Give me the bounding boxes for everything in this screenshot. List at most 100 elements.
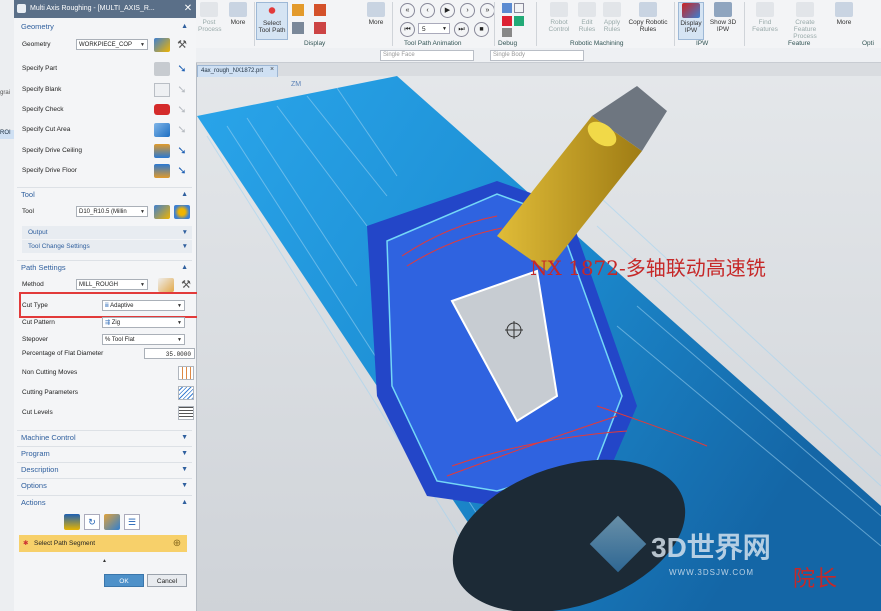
dialog-titlebar[interactable]: Multi Axis Roughing - [MULTI_AXIS_R... ✕ [14, 0, 196, 18]
body-rule-select[interactable]: Single Body [490, 50, 584, 61]
dialog-app-icon [17, 4, 26, 13]
blank-body-icon[interactable] [154, 83, 170, 97]
generate-icon[interactable] [64, 514, 80, 530]
drive-floor-icon[interactable] [154, 164, 170, 178]
section-geometry-title: Geometry [21, 22, 54, 31]
new-geometry-icon[interactable] [154, 38, 170, 52]
show-3d-ipw-button[interactable]: Show 3D IPW [706, 2, 740, 33]
ribbon-separator [392, 2, 393, 46]
section-program[interactable]: Program ▼ [17, 446, 192, 460]
list-icon[interactable]: ☰ [124, 514, 140, 530]
section-actions[interactable]: Actions ▲ [17, 495, 192, 509]
step-back-icon[interactable]: ‹ [420, 3, 435, 18]
crosshair-icon[interactable]: ⊕ [170, 537, 184, 550]
copy-robotic-rules-label: Copy Robotic Rules [628, 19, 668, 33]
flashlight-icon[interactable]: ➘ [174, 123, 190, 137]
verify-icon[interactable] [104, 514, 120, 530]
last-icon[interactable]: ⏭ [454, 22, 469, 37]
rewind-icon[interactable]: « [400, 3, 415, 18]
drive-ceiling-icon[interactable] [154, 144, 170, 158]
copy-robotic-rules-button[interactable]: Copy Robotic Rules [626, 2, 670, 33]
tab-part-file[interactable]: 4ax_rough_NX1872.prt [197, 65, 278, 77]
cutting-parameters-icon[interactable] [178, 386, 194, 400]
display-tool-icon[interactable] [292, 4, 304, 16]
select-tool-path-label: Select Tool Path [258, 20, 286, 34]
face-rule-select[interactable]: Single Face [380, 50, 474, 61]
display-cutter-icon[interactable] [314, 22, 326, 34]
select-path-segment-bar[interactable]: ✱ Select Path Segment [19, 535, 187, 552]
watermark-brand: 3D世界网 [651, 532, 771, 563]
ok-button[interactable]: OK [104, 574, 144, 587]
flashlight-icon[interactable]: ➘ [174, 83, 190, 97]
animation-speed-select[interactable]: 5 ▼ [418, 23, 450, 34]
group-opti-label: Opti [862, 40, 874, 47]
stop-icon[interactable]: ■ [474, 22, 489, 37]
chevron-down-icon: ▼ [181, 482, 188, 489]
apply-rules-button[interactable]: Apply Rules [600, 2, 624, 33]
edit-tool-icon[interactable] [174, 205, 190, 219]
edit-wrench-icon[interactable]: ⚒ [174, 38, 190, 52]
section-tool[interactable]: Tool ▲ [17, 187, 192, 201]
check-body-icon[interactable] [154, 104, 170, 115]
fast-forward-icon[interactable]: » [480, 3, 495, 18]
debug-icon-3[interactable] [502, 16, 512, 26]
flashlight-icon[interactable]: ➘ [174, 144, 190, 158]
section-machine-control[interactable]: Machine Control ▼ [17, 430, 192, 444]
flashlight-icon[interactable]: ➘ [174, 164, 190, 178]
chevron-down-icon: ▼ [181, 450, 188, 457]
more-button-3[interactable]: More [832, 2, 856, 26]
close-icon[interactable]: ✕ [182, 2, 194, 15]
tab-close-icon[interactable]: × [270, 66, 274, 73]
output-subsection[interactable]: Output ▼ [22, 226, 192, 239]
flashlight-icon[interactable]: ➘ [174, 103, 190, 117]
step-forward-icon[interactable]: › [460, 3, 475, 18]
display-holder-icon[interactable] [314, 4, 326, 16]
tool-select[interactable]: D10_R10.5 (Millin ▼ [76, 206, 148, 217]
chevron-down-icon: ▼ [177, 303, 182, 309]
geometry-select[interactable]: WORKPIECE_COP ▼ [76, 39, 148, 50]
edit-rules-button[interactable]: Edit Rules [576, 2, 598, 33]
graphics-viewport[interactable]: ZM NX 1872-多轴联动高速铣 3D世界网 WWW.3DSJW.COM 院… [197, 76, 881, 611]
method-select[interactable]: MILL_ROUGH ▼ [76, 279, 148, 290]
more-label-3: More [836, 19, 852, 26]
section-geometry[interactable]: Geometry ▲ [17, 20, 192, 34]
stepover-select[interactable]: % Tool Flat ▼ [102, 334, 185, 345]
post-process-button[interactable]: Post Process [198, 2, 221, 33]
cut-area-icon[interactable] [154, 123, 170, 137]
debug-icon-4[interactable] [514, 16, 524, 26]
specify-check-row: Specify Check ➘ [22, 102, 192, 118]
section-options[interactable]: Options ▼ [17, 478, 192, 492]
dialog-scroll-arrow[interactable]: ▲ [14, 558, 196, 566]
debug-icon-2[interactable] [514, 3, 524, 13]
section-description[interactable]: Description ▼ [17, 462, 192, 476]
more-button-2[interactable]: More [364, 2, 388, 26]
edit-wrench-icon[interactable]: ⚒ [178, 278, 194, 292]
section-path-settings[interactable]: Path Settings ▲ [17, 260, 192, 274]
flashlight-icon[interactable]: ➘ [174, 62, 190, 76]
part-body-icon[interactable] [154, 62, 170, 76]
cut-type-select[interactable]: ⅲ Adaptive ▼ [102, 300, 185, 311]
play-icon[interactable]: ▶ [440, 3, 455, 18]
navigator-selected-item[interactable]: ROI [0, 130, 14, 139]
new-method-icon[interactable] [158, 278, 174, 292]
new-tool-icon[interactable] [154, 205, 170, 219]
display-ipw-button[interactable]: Display IPW [678, 2, 704, 40]
cancel-button[interactable]: Cancel [147, 574, 187, 587]
first-icon[interactable]: ⏮ [400, 22, 415, 37]
group-display-label: Display [304, 40, 326, 47]
cut-levels-icon[interactable] [178, 406, 194, 420]
create-feature-process-button[interactable]: Create Feature Process [784, 2, 826, 40]
tool-change-settings-subsection[interactable]: Tool Change Settings ▼ [22, 240, 192, 253]
non-cutting-moves-icon[interactable] [178, 366, 194, 380]
find-features-button[interactable]: Find Features [750, 2, 780, 33]
debug-icon-1[interactable] [502, 3, 512, 13]
cut-pattern-select[interactable]: ⇶ Zig ▼ [102, 317, 185, 328]
robot-control-button[interactable]: Robot Control [546, 2, 572, 33]
select-tool-path-button[interactable]: Select Tool Path [256, 2, 288, 40]
replay-icon[interactable]: ↻ [84, 514, 100, 530]
more-button-1[interactable]: More [226, 2, 250, 26]
display-gouge-icon[interactable] [292, 22, 304, 34]
debug-icon-5[interactable] [502, 28, 512, 37]
pct-flat-input[interactable]: 35.0000 [144, 348, 195, 359]
tab-part-file-label: 4ax_rough_NX1872.prt [201, 68, 264, 74]
